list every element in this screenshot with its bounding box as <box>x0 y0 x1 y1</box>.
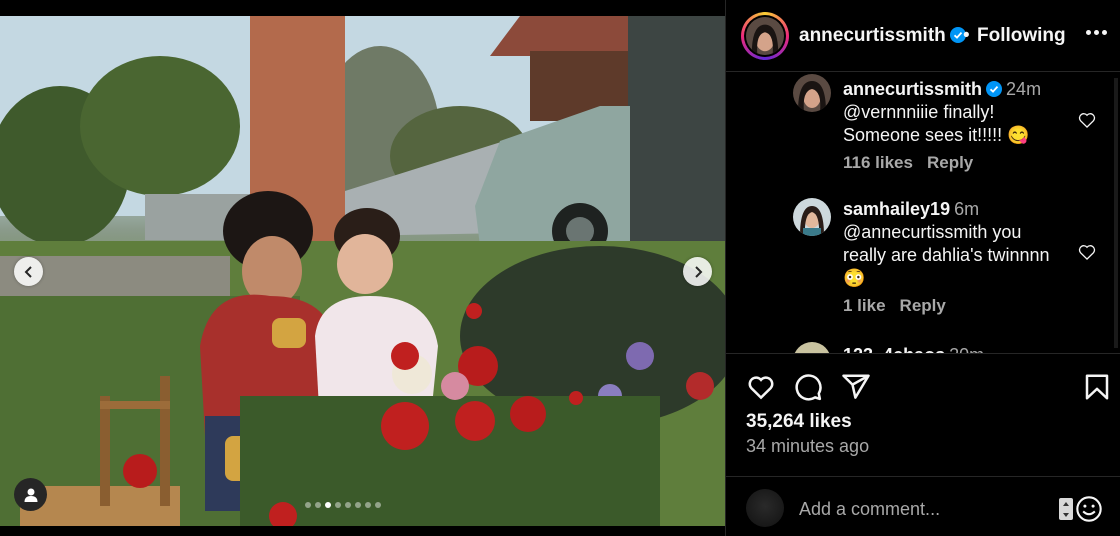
more-dot-icon <box>1086 30 1091 35</box>
next-slide-button[interactable] <box>683 257 712 286</box>
commenter-avatar[interactable] <box>793 74 831 112</box>
chevron-left-icon <box>24 265 32 278</box>
reply-button[interactable]: Reply <box>927 153 973 172</box>
carousel-dot <box>325 502 331 508</box>
comment-like-heart-icon[interactable] <box>1077 110 1097 130</box>
author-username[interactable]: annecurtissmith <box>799 25 966 47</box>
comment-text-line: @annecurtissmith you <box>843 222 1022 242</box>
comment-text-line: really are dahlia's twinnnn <box>843 245 1050 265</box>
post-media <box>0 0 725 536</box>
comment-username[interactable]: samhailey19 <box>843 199 950 219</box>
comment-body: annecurtissmith 24m @vernnniiie finally! … <box>843 78 1088 147</box>
current-user-avatar <box>746 489 784 527</box>
carousel-dot <box>345 502 351 508</box>
comment-composer <box>726 476 1120 536</box>
comments-scrollbar[interactable] <box>1114 78 1118 348</box>
more-dot-icon <box>1094 30 1099 35</box>
arrow-down-icon <box>1063 512 1069 517</box>
comment-icon[interactable] <box>793 372 823 402</box>
post-photo[interactable] <box>0 16 725 526</box>
carousel-dot <box>365 502 371 508</box>
post-header: annecurtissmith • Following <box>726 0 1120 72</box>
likes-count[interactable]: 35,264 likes <box>746 411 852 433</box>
comment-username[interactable]: annecurtissmith <box>843 79 982 99</box>
carousel-indicator <box>305 502 381 508</box>
input-spinner[interactable] <box>1059 498 1073 520</box>
author-avatar[interactable] <box>741 12 789 60</box>
carousel-dot <box>355 502 361 508</box>
comment-body: 123_4chaos 20m <box>843 344 1088 353</box>
verified-badge-icon <box>986 81 1003 97</box>
heart-icon[interactable] <box>746 372 776 402</box>
more-options-button[interactable] <box>1086 30 1107 35</box>
commenter-avatar[interactable] <box>793 342 831 353</box>
carousel-dot <box>335 502 341 508</box>
carousel-dot <box>315 502 321 508</box>
reply-button[interactable]: Reply <box>900 296 946 315</box>
comment-like-heart-icon[interactable] <box>1077 242 1097 262</box>
comment-likes[interactable]: 1 like <box>843 296 886 315</box>
post-actions: 35,264 likes 34 minutes ago <box>726 353 1120 473</box>
smiley-icon[interactable] <box>1075 495 1103 523</box>
comment-meta: 116 likes Reply <box>843 153 987 173</box>
vintage-family-photo <box>0 16 725 526</box>
arrow-up-icon <box>1063 501 1069 506</box>
comment-text-line: 😳 <box>843 268 866 288</box>
carousel-dot <box>375 502 381 508</box>
comment-time: 20m <box>949 345 984 353</box>
post-side-panel: annecurtissmith • Following annecurtissm… <box>725 0 1120 536</box>
comment-username[interactable]: 123_4chaos <box>843 345 945 353</box>
comments-list[interactable]: annecurtissmith 24m @vernnniiie finally! … <box>726 72 1120 353</box>
commenter-avatar[interactable] <box>793 198 831 236</box>
comment-text-line: @vernnniiie finally! <box>843 102 995 122</box>
more-dot-icon <box>1102 30 1107 35</box>
chevron-right-icon <box>694 265 702 278</box>
previous-slide-button[interactable] <box>14 257 43 286</box>
tagged-users-button[interactable] <box>14 478 47 511</box>
header-separator: • <box>963 25 970 46</box>
following-button[interactable]: Following <box>977 25 1066 47</box>
send-icon[interactable] <box>841 372 871 402</box>
comment-meta: 1 like Reply <box>843 296 960 316</box>
author-username-text[interactable]: annecurtissmith <box>799 25 946 46</box>
comment-input[interactable] <box>799 495 1049 523</box>
profile-photo <box>746 17 784 55</box>
bookmark-icon[interactable] <box>1082 372 1112 402</box>
comment-time: 24m <box>1006 79 1042 99</box>
comment-time: 6m <box>954 199 980 219</box>
comment-likes[interactable]: 116 likes <box>843 153 913 172</box>
comment-body: samhailey19 6m @annecurtissmith you reall… <box>843 198 1088 290</box>
carousel-dot <box>305 502 311 508</box>
user-icon <box>24 488 37 502</box>
comment-text-line: Someone sees it!!!!! 😋 <box>843 125 1030 145</box>
post-timestamp[interactable]: 34 minutes ago <box>746 436 869 457</box>
